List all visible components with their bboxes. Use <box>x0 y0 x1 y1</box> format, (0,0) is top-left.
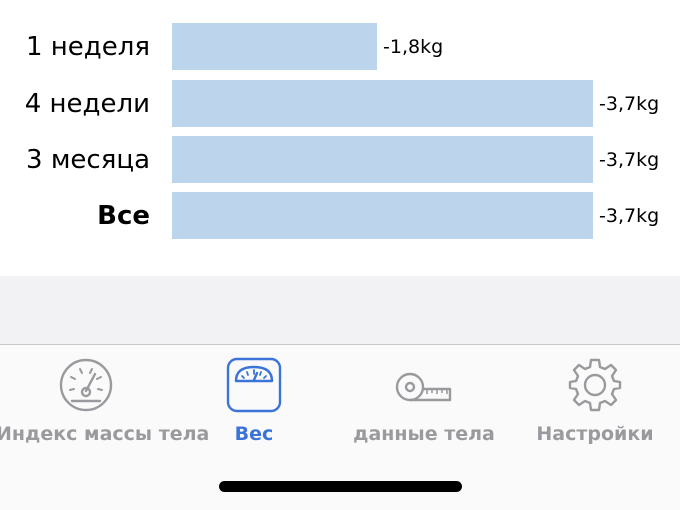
tab-label: данные тела <box>353 423 495 445</box>
tab-settings[interactable]: Настройки <box>505 345 680 445</box>
row-3-months: 3 месяца -3,7kg <box>0 136 680 184</box>
home-indicator[interactable] <box>219 481 462 492</box>
tab-label: Вес <box>234 423 274 445</box>
row-label: 1 неделя <box>25 32 150 62</box>
change-bar <box>172 136 593 183</box>
row-label: 4 недели <box>24 89 150 119</box>
change-value: -3,7kg <box>599 93 660 115</box>
change-value: -3,7kg <box>599 205 660 227</box>
weight-change-summary: 1 неделя -1,8kg 4 недели -3,7kg 3 месяца… <box>0 0 680 275</box>
gear-icon <box>567 357 623 417</box>
tab-label: Индекс массы тела <box>0 423 210 445</box>
row-label: 3 месяца <box>26 145 150 175</box>
tab-weight[interactable]: Вес <box>164 345 344 445</box>
change-bar <box>172 23 377 70</box>
tab-bmi[interactable]: Индекс массы тела <box>0 345 210 445</box>
content-spacer <box>0 276 680 344</box>
gauge-icon <box>58 357 114 417</box>
row-label: Все <box>97 201 150 231</box>
row-1-week: 1 неделя -1,8kg <box>0 23 680 71</box>
row-all: Все -3,7kg <box>0 192 680 240</box>
tab-body-data[interactable]: данные тела <box>334 345 514 445</box>
scale-icon <box>226 357 282 417</box>
change-bar <box>172 80 593 127</box>
row-4-weeks: 4 недели -3,7kg <box>0 80 680 128</box>
change-value: -1,8kg <box>383 36 444 58</box>
change-bar <box>172 192 593 239</box>
tab-label: Настройки <box>536 423 654 445</box>
change-value: -3,7kg <box>599 149 660 171</box>
tape-measure-icon <box>394 357 454 417</box>
